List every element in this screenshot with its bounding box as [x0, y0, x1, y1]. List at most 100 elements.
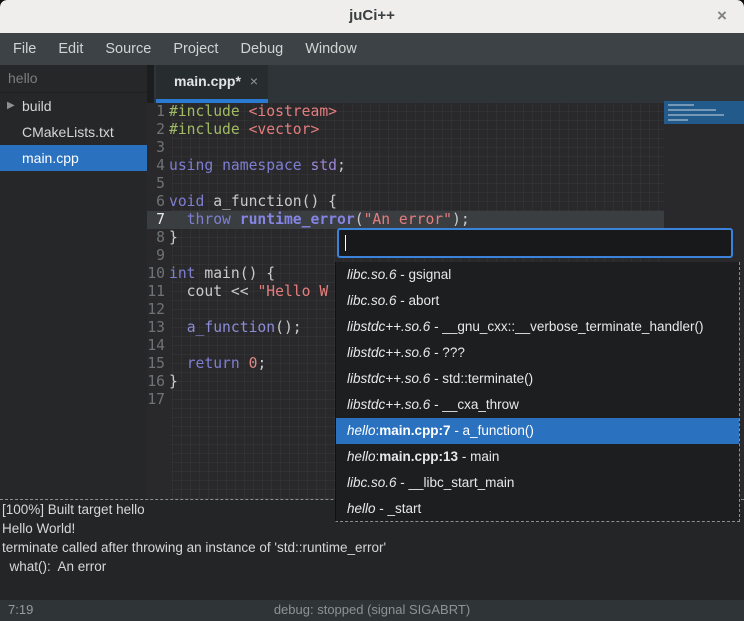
menu-debug[interactable]: Debug: [229, 33, 294, 65]
code-line-7[interactable]: 7 throw runtime_error("An error");: [147, 211, 664, 229]
window-title: juCi++: [0, 7, 744, 24]
line-number: 17: [147, 391, 169, 409]
tree-item-build[interactable]: ▶ build: [0, 93, 147, 119]
frame-library: hello: [347, 501, 376, 516]
code-token: <vector>: [249, 121, 320, 138]
tooltip-text-line: [668, 119, 688, 121]
code-token: ();: [275, 319, 302, 336]
tab-close-icon[interactable]: ×: [250, 73, 258, 89]
line-number: 8: [147, 229, 169, 247]
terminal-line: what(): An error: [0, 557, 744, 576]
code-token: "Hello W: [257, 283, 328, 300]
code-token: }: [169, 229, 178, 246]
stack-frame-item[interactable]: hello:main.cpp:7 - a_function(): [336, 418, 739, 444]
tooltip-text-line: [668, 104, 694, 106]
tab-main-cpp[interactable]: main.cpp* ×: [156, 65, 268, 103]
code-token: [240, 121, 249, 138]
code-token: runtime_error: [240, 211, 355, 228]
code-token: #include: [169, 103, 240, 120]
frame-library: libstdc++.so.6: [347, 319, 430, 334]
line-number: 16: [147, 373, 169, 391]
window-close-button[interactable]: ×: [711, 5, 733, 27]
menu-window[interactable]: Window: [294, 33, 368, 65]
line-number: 6: [147, 193, 169, 211]
code-line-3[interactable]: 3: [147, 139, 664, 157]
statusbar: 7:19 debug: stopped (signal SIGABRT): [0, 600, 744, 621]
stack-frame-item[interactable]: libstdc++.so.6 - ???: [336, 340, 739, 366]
code-line-6[interactable]: 6void a_function() {: [147, 193, 664, 211]
tree-item-main-cpp[interactable]: main.cpp: [0, 145, 147, 171]
menubar: FileEditSourceProjectDebugWindow: [0, 33, 744, 65]
text-caret: [345, 235, 346, 251]
stack-frame-item[interactable]: hello - _start: [336, 496, 739, 522]
menu-source[interactable]: Source: [94, 33, 162, 65]
tree-item-cmakelists-txt[interactable]: CMakeLists.txt: [0, 119, 147, 145]
line-number: 15: [147, 355, 169, 373]
line-number: 10: [147, 265, 169, 283]
line-number: 3: [147, 139, 169, 157]
code-token: }: [169, 373, 178, 390]
line-number: 12: [147, 301, 169, 319]
frame-library: libc.so.6: [347, 293, 397, 308]
tooltip-text-line: [668, 109, 716, 111]
tooltip-text-line: [668, 114, 724, 116]
code-token: int: [169, 265, 196, 282]
app-window: juCi++ × FileEditSourceProjectDebugWindo…: [0, 0, 744, 621]
frame-library: libstdc++.so.6: [347, 345, 430, 360]
code-token: [240, 355, 249, 372]
menu-edit[interactable]: Edit: [47, 33, 94, 65]
tab-label: main.cpp*: [174, 73, 241, 89]
code-token: void: [169, 193, 204, 210]
code-token: #include: [169, 121, 240, 138]
code-token: [169, 355, 187, 372]
code-line-2[interactable]: 2#include <vector>: [147, 121, 664, 139]
frame-library: libc.so.6: [347, 475, 397, 490]
code-line-4[interactable]: 4using namespace std;: [147, 157, 664, 175]
code-token: ;: [257, 355, 266, 372]
code-token: );: [452, 211, 470, 228]
stack-frame-item[interactable]: libc.so.6 - gsignal: [336, 262, 739, 288]
stack-frame-filter-input[interactable]: [337, 228, 733, 258]
code-line-1[interactable]: 1#include <iostream>: [147, 103, 664, 121]
code-token: cout <<: [169, 283, 257, 300]
code-token: std: [311, 157, 338, 174]
project-name-header: hello: [0, 65, 147, 93]
stack-frame-list: libc.so.6 - gsignallibc.so.6 - abortlibs…: [335, 262, 740, 522]
line-number: 11: [147, 283, 169, 301]
terminal-line: terminate called after throwing an insta…: [0, 538, 744, 557]
stack-frame-item[interactable]: hello:main.cpp:13 - main: [336, 444, 739, 470]
code-token: throw: [187, 211, 231, 228]
stack-frame-item[interactable]: libstdc++.so.6 - std::terminate(): [336, 366, 739, 392]
line-number: 9: [147, 247, 169, 265]
code-token: [169, 211, 187, 228]
tree-item-label: build: [22, 93, 52, 119]
code-token: a_function: [187, 319, 275, 336]
line-number: 1: [147, 103, 169, 121]
line-number: 4: [147, 157, 169, 175]
code-token: namespace: [222, 157, 302, 174]
line-number: 14: [147, 337, 169, 355]
menu-file[interactable]: File: [2, 33, 47, 65]
code-token: [213, 157, 222, 174]
project-tree: hello ▶ buildCMakeLists.txtmain.cpp: [0, 65, 147, 499]
frame-library: hello: [347, 423, 376, 438]
code-token: main() {: [196, 265, 276, 282]
code-token: return: [187, 355, 240, 372]
code-token: [302, 157, 311, 174]
debug-status: debug: stopped (signal SIGABRT): [0, 602, 744, 617]
stack-frame-item[interactable]: libc.so.6 - abort: [336, 288, 739, 314]
stack-frame-item[interactable]: libstdc++.so.6 - __cxa_throw: [336, 392, 739, 418]
code-line-5[interactable]: 5: [147, 175, 664, 193]
frame-library: libc.so.6: [347, 267, 397, 282]
line-number: 7: [147, 211, 169, 229]
code-token: <iostream>: [249, 103, 337, 120]
menu-project[interactable]: Project: [162, 33, 229, 65]
frame-library: libstdc++.so.6: [347, 397, 430, 412]
line-number: 2: [147, 121, 169, 139]
stack-frame-item[interactable]: libstdc++.so.6 - __gnu_cxx::__verbose_te…: [336, 314, 739, 340]
frame-library: libstdc++.so.6: [347, 371, 430, 386]
code-token: "An error": [364, 211, 452, 228]
tree-item-label: main.cpp: [22, 145, 79, 171]
expander-icon[interactable]: ▶: [7, 93, 15, 119]
stack-frame-item[interactable]: libc.so.6 - __libc_start_main: [336, 470, 739, 496]
